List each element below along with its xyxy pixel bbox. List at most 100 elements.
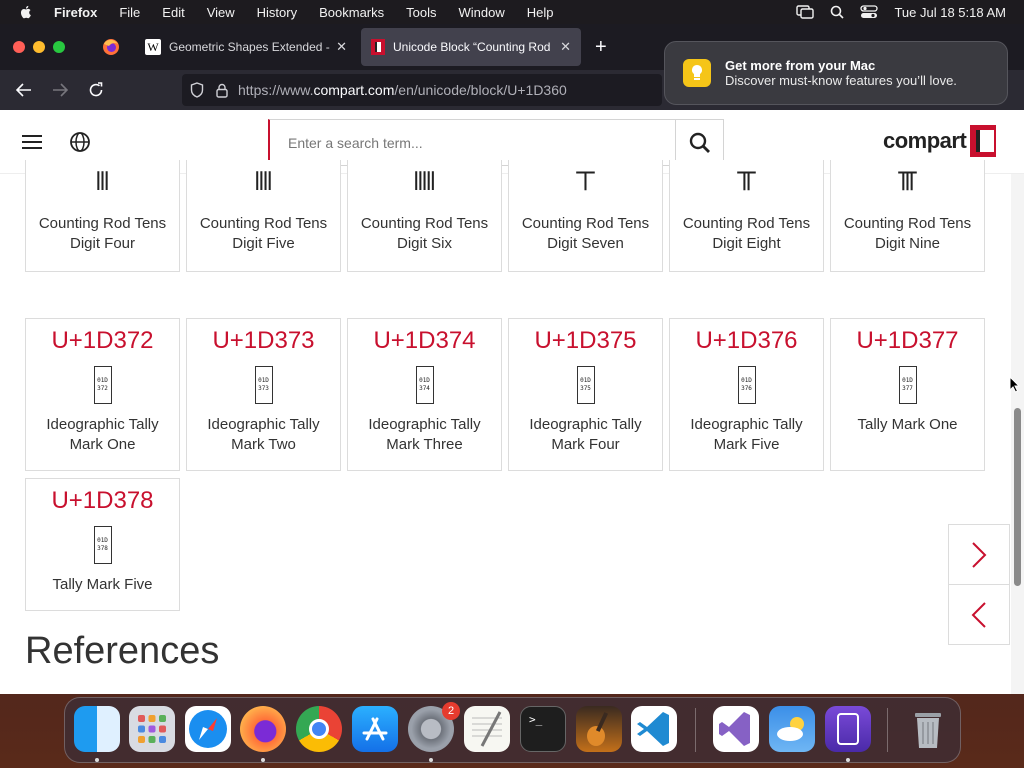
macos-menu-bar: Firefox File Edit View History Bookmarks…: [0, 0, 1024, 24]
trash-icon[interactable]: [905, 706, 951, 752]
character-card[interactable]: 𝍬 Counting Rod Tens Digit Five: [186, 160, 341, 272]
running-indicator: [846, 758, 850, 762]
forward-button[interactable]: [42, 83, 78, 97]
search-icon: [689, 132, 710, 153]
character-card[interactable]: U+1D373 01D 373 Ideographic Tally Mark Two: [186, 318, 341, 471]
character-glyph: 𝍬: [254, 167, 273, 197]
character-card[interactable]: 𝍮 Counting Rod Tens Digit Seven: [508, 160, 663, 272]
finder-icon[interactable]: [74, 706, 120, 752]
scrollbar-thumb[interactable]: [1014, 408, 1021, 586]
name-line: Ideographic Tally: [529, 416, 642, 433]
running-indicator: [95, 758, 99, 762]
launchpad-icon[interactable]: [129, 706, 175, 752]
close-tab-icon[interactable]: ✕: [560, 39, 571, 55]
chrome-icon[interactable]: [296, 706, 342, 752]
character-card[interactable]: 𝍫 Counting Rod Tens Digit Four: [25, 160, 180, 272]
character-name: Counting Rod Tens Digit Eight: [670, 214, 823, 254]
hex-bottom: 373: [258, 385, 269, 392]
logo-text: compart: [883, 128, 967, 153]
character-glyph: 01D 376: [670, 365, 823, 405]
menu-view[interactable]: View: [207, 5, 235, 20]
close-tab-icon[interactable]: ✕: [336, 39, 347, 55]
menu-history[interactable]: History: [257, 5, 297, 20]
menu-edit[interactable]: Edit: [162, 5, 184, 20]
character-glyph: 𝍰: [896, 167, 919, 197]
logo-mark: [970, 125, 997, 157]
next-block-button[interactable]: [948, 524, 1010, 585]
character-name: Tally Mark Five: [26, 575, 179, 595]
pinned-tab-firefox[interactable]: [91, 28, 131, 66]
url-path: /en/unicode/block/U+1D360: [394, 82, 567, 98]
tab-title: Geometric Shapes Extended - W: [169, 40, 331, 54]
menubar-clock[interactable]: Tue Jul 18 5:18 AM: [894, 5, 1006, 20]
screen-mirroring-icon[interactable]: [796, 5, 815, 19]
character-name: Tally Mark One: [831, 415, 984, 435]
terminal-icon[interactable]: >_: [520, 706, 566, 752]
visual-studio-icon[interactable]: [713, 706, 759, 752]
search-input[interactable]: Enter a search term...: [268, 119, 676, 166]
menu-file[interactable]: File: [119, 5, 140, 20]
menu-bookmarks[interactable]: Bookmarks: [319, 5, 384, 20]
app-menu-firefox[interactable]: Firefox: [54, 5, 97, 20]
name-line: Digit Six: [396, 235, 452, 252]
previous-block-button[interactable]: [948, 584, 1010, 645]
missing-glyph-box: 01D 373: [254, 366, 273, 404]
character-card[interactable]: 𝍭 Counting Rod Tens Digit Six: [347, 160, 502, 272]
menu-window[interactable]: Window: [459, 5, 505, 20]
menu-tools[interactable]: Tools: [406, 5, 436, 20]
character-card[interactable]: U+1D374 01D 374 Ideographic Tally Mark Thr…: [347, 318, 502, 471]
character-name: Ideographic Tally Mark One: [26, 415, 179, 455]
control-center-icon[interactable]: [860, 5, 879, 19]
apple-menu-icon[interactable]: [18, 4, 34, 20]
vscode-icon[interactable]: [631, 706, 677, 752]
firefox-icon[interactable]: [240, 706, 286, 752]
notification-badge: 2: [442, 702, 460, 720]
search-button[interactable]: [675, 119, 724, 166]
character-card[interactable]: U+1D378 01D 378 Tally Mark Five: [25, 478, 180, 611]
shield-icon[interactable]: [190, 82, 204, 98]
reload-button[interactable]: [78, 82, 114, 98]
lock-icon[interactable]: [216, 83, 228, 98]
character-card[interactable]: U+1D376 01D 376 Ideographic Tally Mark Fiv…: [669, 318, 824, 471]
character-card[interactable]: U+1D372 01D 372 Ideographic Tally Mark One: [25, 318, 180, 471]
character-card[interactable]: U+1D377 01D 377 Tally Mark One: [830, 318, 985, 471]
menu-help[interactable]: Help: [527, 5, 554, 20]
hex-bottom: 378: [97, 545, 108, 552]
missing-glyph-box: 01D 376: [737, 366, 756, 404]
textedit-icon[interactable]: [464, 706, 510, 752]
zoom-window-button[interactable]: [53, 41, 65, 53]
tab-unicode-block[interactable]: Unicode Block “Counting Rod N ✕: [361, 28, 581, 66]
code-point: U+1D375: [534, 327, 637, 354]
code-point: U+1D374: [373, 327, 476, 354]
notification-banner[interactable]: Get more from your Mac Discover must-kno…: [664, 41, 1008, 105]
character-card[interactable]: U+1D375 01D 375 Ideographic Tally Mark Fou…: [508, 318, 663, 471]
back-button[interactable]: [6, 83, 42, 97]
name-line: Ideographic Tally: [690, 416, 803, 433]
hex-top: 01D: [97, 377, 108, 384]
new-tab-icon[interactable]: +: [595, 36, 607, 59]
page-scrollbar[interactable]: [1011, 174, 1024, 694]
garageband-icon[interactable]: [576, 706, 622, 752]
name-line: Counting Rod Tens: [843, 215, 972, 232]
close-window-button[interactable]: [13, 41, 25, 53]
wikipedia-icon: W: [145, 39, 161, 55]
app-store-icon[interactable]: [352, 706, 398, 752]
character-name: Ideographic Tally Mark Four: [509, 415, 662, 455]
name-line: Counting Rod Tens: [360, 215, 489, 232]
compart-logo[interactable]: compart: [883, 125, 997, 157]
dock-separator: [887, 708, 888, 752]
safari-icon[interactable]: [185, 706, 231, 752]
hamburger-menu-icon[interactable]: [22, 135, 42, 149]
minimize-window-button[interactable]: [33, 41, 45, 53]
tab-geometric-shapes[interactable]: W Geometric Shapes Extended - W ✕: [135, 28, 357, 66]
globe-language-icon[interactable]: [69, 131, 91, 153]
url-bar[interactable]: https://www.compart.com/en/unicode/block…: [182, 74, 662, 106]
character-card[interactable]: 𝍰 Counting Rod Tens Digit Nine: [830, 160, 985, 272]
references-heading: References: [25, 630, 220, 672]
notification-body: Discover must-know features you’ll love.: [725, 73, 957, 88]
simulator-icon[interactable]: [825, 706, 871, 752]
character-card[interactable]: 𝍯 Counting Rod Tens Digit Eight: [669, 160, 824, 272]
spotlight-search-icon[interactable]: [830, 5, 845, 19]
weather-icon[interactable]: [769, 706, 815, 752]
missing-glyph-box: 01D 378: [93, 526, 112, 564]
